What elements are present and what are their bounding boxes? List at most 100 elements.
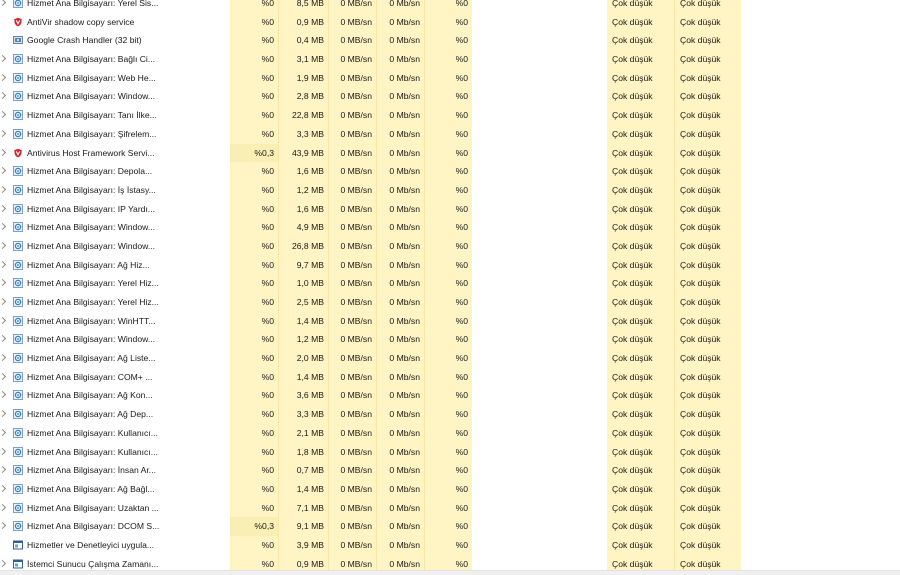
gpu-cell: %0: [424, 293, 472, 312]
expand-chevron-icon[interactable]: [0, 205, 6, 213]
power-trend-cell: Çok düşük: [674, 349, 741, 368]
expand-chevron-icon[interactable]: [0, 261, 6, 269]
expand-chevron-icon[interactable]: [0, 55, 6, 63]
memory-cell: 0,7 MB: [278, 461, 328, 480]
expand-chevron-icon[interactable]: [0, 111, 6, 119]
gpu-cell: %0: [424, 423, 472, 443]
process-row[interactable]: Hizmet Ana Bilgisayarı: Window... %0 4,9 M…: [0, 218, 900, 237]
process-row[interactable]: Hizmet Ana Bilgisayarı: Web He... %0 1,9 M…: [0, 68, 900, 88]
expand-chevron-icon[interactable]: [0, 298, 6, 306]
network-cell: 0 Mb/sn: [376, 124, 424, 144]
network-cell: 0 Mb/sn: [376, 386, 424, 406]
power-usage-cell: Çok düşük: [607, 274, 674, 293]
expand-chevron-icon[interactable]: [0, 522, 6, 530]
power-trend-cell: Çok düşük: [674, 479, 741, 499]
process-row[interactable]: Hizmet Ana Bilgisayarı: Ağ Liste... %0 2,0…: [0, 349, 900, 368]
expand-chevron-icon[interactable]: [0, 92, 6, 100]
disk-cell: 0 MB/sn: [328, 274, 376, 293]
process-row[interactable]: Hizmet Ana Bilgisayarı: DCOM S... %0,3 9,1…: [0, 517, 900, 536]
expand-chevron-icon[interactable]: [0, 410, 6, 418]
gear-icon: [13, 297, 23, 307]
expand-chevron-icon[interactable]: [0, 504, 6, 512]
cpu-cell: %0,3: [230, 517, 278, 536]
expand-chevron-icon[interactable]: [0, 373, 6, 381]
gear-icon: [13, 353, 23, 364]
expand-chevron-icon[interactable]: [0, 0, 6, 7]
gear-icon: [13, 0, 23, 8]
network-cell: 0 Mb/sn: [376, 535, 424, 555]
process-row[interactable]: Hizmet Ana Bilgisayarı: WinHTT... %0 1,4 M…: [0, 311, 900, 331]
process-row[interactable]: Antivirus Host Framework Servi... %0,3 43,…: [0, 143, 900, 163]
process-name: Hizmet Ana Bilgisayarı: Ağ Bağl...: [27, 483, 155, 494]
expand-chevron-icon[interactable]: [0, 167, 6, 175]
gpu-cell: %0: [424, 199, 472, 219]
network-cell: 0 Mb/sn: [376, 293, 424, 312]
process-row[interactable]: Hizmet Ana Bilgisayarı: Yerel Hiz... %0 1,…: [0, 274, 900, 293]
gpu-cell: %0: [424, 274, 472, 293]
process-name: Antivirus Host Framework Servi...: [27, 147, 155, 158]
expand-chevron-icon[interactable]: [0, 466, 6, 474]
expand-chevron-icon[interactable]: [0, 130, 6, 138]
process-row[interactable]: Hizmet Ana Bilgisayarı: Kullanıcı... %0 1,…: [0, 442, 900, 462]
gear-icon: [13, 259, 23, 270]
expand-chevron-icon[interactable]: [0, 560, 6, 568]
process-row[interactable]: Hizmet Ana Bilgisayarı: Yerel Sis... %0 8,…: [0, 0, 900, 13]
expand-chevron-icon[interactable]: [0, 448, 6, 456]
power-usage-cell: Çok düşük: [607, 517, 674, 536]
expand-chevron-icon[interactable]: [0, 223, 6, 231]
process-row[interactable]: Hizmet Ana Bilgisayarı: Uzaktan ... %0 7,1…: [0, 498, 900, 518]
process-row[interactable]: Hizmetler ve Denetleyici uygula... %0 3,9 …: [0, 535, 900, 555]
process-row[interactable]: Hizmet Ana Bilgisayarı: COM+ ... %0 1,4 MB…: [0, 367, 900, 387]
cpu-cell: %0: [230, 293, 278, 312]
expand-chevron-icon[interactable]: [0, 485, 6, 493]
expand-chevron-icon[interactable]: [0, 317, 6, 325]
disk-cell: 0 MB/sn: [328, 405, 376, 424]
network-cell: 0 Mb/sn: [376, 498, 424, 518]
process-row[interactable]: Hizmet Ana Bilgisayarı: İnsan Ar... %0 0,7…: [0, 461, 900, 480]
expand-chevron-icon[interactable]: [0, 149, 6, 157]
expand-chevron-icon[interactable]: [0, 279, 6, 287]
process-row[interactable]: Hizmet Ana Bilgisayarı: Window... %0 2,8 M…: [0, 87, 900, 107]
process-row[interactable]: Hizmet Ana Bilgisayarı: Bağlı Ci... %0 3,1…: [0, 50, 900, 69]
expand-chevron-icon[interactable]: [0, 74, 6, 82]
process-name: Hizmet Ana Bilgisayarı: IP Yardı...: [27, 203, 156, 214]
expand-chevron-icon[interactable]: [0, 186, 6, 194]
process-row[interactable]: Hizmet Ana Bilgisayarı: Window... %0 1,2 M…: [0, 330, 900, 350]
expand-chevron-icon[interactable]: [0, 335, 6, 343]
memory-cell: 0,9 MB: [278, 12, 328, 32]
expand-chevron-icon[interactable]: [0, 391, 6, 399]
process-row[interactable]: Hizmet Ana Bilgisayarı: Şifrelem... %0 3,3…: [0, 124, 900, 144]
disk-cell: 0 MB/sn: [328, 50, 376, 69]
process-row[interactable]: Hizmet Ana Bilgisayarı: Ağ Kon... %0 3,6 M…: [0, 386, 900, 406]
process-row[interactable]: Hizmet Ana Bilgisayarı: Yerel Hiz... %0 2,…: [0, 293, 900, 312]
process-row[interactable]: Hizmet Ana Bilgisayarı: Ağ Bağl... %0 1,4 …: [0, 479, 900, 499]
gpu-cell: %0: [424, 311, 472, 331]
process-name: Hizmet Ana Bilgisayarı: Window...: [27, 334, 155, 345]
expand-chevron-icon[interactable]: [0, 429, 6, 437]
network-cell: 0 Mb/sn: [376, 106, 424, 125]
cpu-cell: %0: [230, 274, 278, 293]
process-row[interactable]: Hizmet Ana Bilgisayarı: Ağ Dep... %0 3,3 M…: [0, 405, 900, 424]
expand-chevron-icon[interactable]: [0, 242, 6, 250]
expand-chevron-icon[interactable]: [0, 354, 6, 362]
process-name: Google Crash Handler (32 bit): [27, 35, 142, 46]
process-row[interactable]: Hizmet Ana Bilgisayarı: Kullanıcı... %0 2,…: [0, 423, 900, 443]
process-row[interactable]: Hizmet Ana Bilgisayarı: İş İstasy... %0 1,…: [0, 180, 900, 200]
horizontal-scrollbar[interactable]: [0, 570, 900, 575]
power-usage-cell: Çok düşük: [607, 423, 674, 443]
gear-icon: [13, 278, 23, 289]
process-row[interactable]: AntiVir shadow copy service %0 0,9 MB 0 MB/…: [0, 12, 900, 32]
process-row[interactable]: Hizmet Ana Bilgisayarı: Tanı İlke... %0 22…: [0, 106, 900, 125]
memory-cell: 1,6 MB: [278, 162, 328, 181]
disk-cell: 0 MB/sn: [328, 423, 376, 443]
process-row[interactable]: Hizmet Ana Bilgisayarı: Ağ Hiz... %0 9,7 M…: [0, 255, 900, 275]
process-row[interactable]: Hizmet Ana Bilgisayarı: IP Yardı... %0 1,6…: [0, 199, 900, 219]
gpu-cell: %0: [424, 87, 472, 107]
cpu-cell: %0: [230, 255, 278, 275]
memory-cell: 1,9 MB: [278, 68, 328, 88]
power-trend-cell: Çok düşük: [674, 330, 741, 350]
process-row[interactable]: Hizmet Ana Bilgisayarı: Depola... %0 1,6 M…: [0, 162, 900, 181]
process-row[interactable]: Google Crash Handler (32 bit) %0 0,4 MB 0 M…: [0, 31, 900, 51]
process-row[interactable]: Hizmet Ana Bilgisayarı: Window... %0 26,8 …: [0, 236, 900, 256]
process-name: Hizmet Ana Bilgisayarı: Yerel Hiz...: [27, 278, 159, 289]
